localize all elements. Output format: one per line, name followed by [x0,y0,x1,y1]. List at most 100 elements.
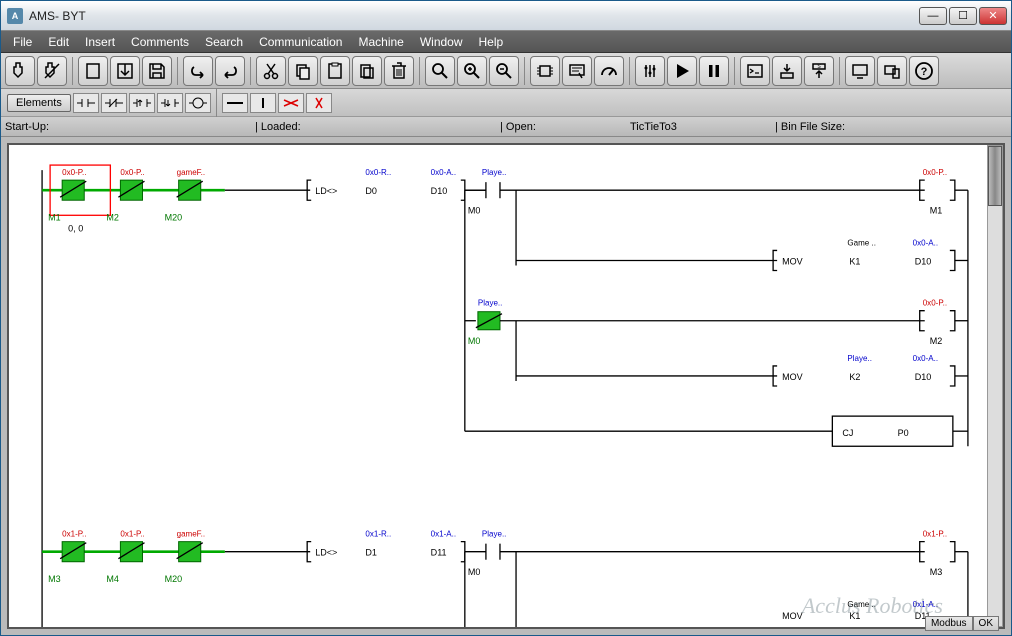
undo-icon[interactable] [183,56,213,86]
svg-text:gameF..: gameF.. [177,530,206,539]
el-rising-icon[interactable] [129,93,155,113]
save-icon[interactable] [142,56,172,86]
menu-file[interactable]: File [7,33,38,51]
monitor-icon[interactable] [845,56,875,86]
el-del-h-icon[interactable] [278,93,304,113]
app-window: A AMS- BYT — ☐ ✕ File Edit Insert Commen… [0,0,1012,636]
svg-text:M1: M1 [930,205,943,215]
upload-icon[interactable]: S [804,56,834,86]
usb-off-icon[interactable] [37,56,67,86]
delete-icon[interactable] [384,56,414,86]
svg-text:M0: M0 [468,205,481,215]
el-falling-icon[interactable] [157,93,183,113]
menu-communication[interactable]: Communication [253,33,348,51]
chip-icon[interactable] [530,56,560,86]
svg-text:0x1-R..: 0x1-R.. [365,530,391,539]
menubar: File Edit Insert Comments Search Communi… [1,31,1011,53]
el-coil-icon[interactable] [185,93,211,113]
zoom-in-icon[interactable] [457,56,487,86]
svg-text:M3: M3 [48,574,61,584]
svg-text:D0: D0 [365,186,377,196]
titlebar[interactable]: A AMS- BYT — ☐ ✕ [1,1,1011,31]
toolbar-separator [250,57,251,85]
el-del-v-icon[interactable] [306,93,332,113]
menu-window[interactable]: Window [414,33,469,51]
watermark: Acclus Robotics [802,593,943,619]
svg-text:0x0-R..: 0x0-R.. [365,168,391,177]
status-startup: Start-Up: [1,121,251,133]
svg-text:0x0-P..: 0x0-P.. [62,168,86,177]
maximize-button[interactable]: ☐ [949,7,977,25]
svg-text:?: ? [921,66,928,78]
window-controls: — ☐ ✕ [919,7,1007,25]
svg-text:CJ: CJ [842,428,853,438]
el-vline-icon[interactable] [250,93,276,113]
close-button[interactable]: ✕ [979,7,1007,25]
cut-icon[interactable] [256,56,286,86]
svg-text:MOV: MOV [782,256,803,266]
elements-button[interactable]: Elements [7,94,71,112]
duplicate-icon[interactable] [352,56,382,86]
svg-text:K2: K2 [849,372,860,382]
menu-comments[interactable]: Comments [125,33,195,51]
status-loaded: | Loaded: [251,121,496,133]
status-open: | Open: [496,121,626,133]
stamp-icon[interactable] [562,56,592,86]
zoom-out-icon[interactable] [489,56,519,86]
redo-icon[interactable] [215,56,245,86]
paste-icon[interactable] [320,56,350,86]
scrollbar-thumb[interactable] [988,146,1002,206]
pause-icon[interactable] [699,56,729,86]
ladder-canvas[interactable]: 0x0-P.. M1 0, 0 0x0-P.. M2 gameF.. M20 L… [7,143,1005,629]
svg-text:0x0-P..: 0x0-P.. [120,168,144,177]
menu-help[interactable]: Help [473,33,510,51]
window-title: AMS- BYT [29,9,919,23]
help-icon[interactable]: ? [909,56,939,86]
svg-text:D10: D10 [431,186,448,196]
canvas-area: 0x0-P.. M1 0, 0 0x0-P.. M2 gameF.. M20 L… [1,137,1011,635]
el-hline-icon[interactable] [222,93,248,113]
download-icon[interactable] [772,56,802,86]
toolbar-separator [629,57,630,85]
footer-ok: OK [973,616,999,631]
svg-text:0x0-A..: 0x0-A.. [913,354,938,363]
el-nc-contact-icon[interactable] [101,93,127,113]
svg-text:D10: D10 [915,372,932,382]
menu-machine[interactable]: Machine [352,33,409,51]
vertical-scrollbar[interactable] [987,145,1003,627]
toolbar-separator [216,89,217,117]
svg-text:MOV: MOV [782,372,803,382]
main-toolbar: S ? [1,53,1011,89]
open-icon[interactable] [110,56,140,86]
sliders-icon[interactable] [635,56,665,86]
teach-icon[interactable] [877,56,907,86]
gauge-icon[interactable] [594,56,624,86]
svg-text:M2: M2 [106,212,119,222]
usb-icon[interactable] [5,56,35,86]
svg-text:LD<>: LD<> [315,186,337,196]
toolbar-separator [734,57,735,85]
svg-text:D10: D10 [915,256,932,266]
menu-search[interactable]: Search [199,33,249,51]
play-icon[interactable] [667,56,697,86]
menu-insert[interactable]: Insert [79,33,121,51]
svg-text:Game ..: Game .. [847,238,876,247]
el-no-contact-icon[interactable] [73,93,99,113]
menu-edit[interactable]: Edit [42,33,75,51]
copy-icon[interactable] [288,56,318,86]
svg-text:0x0-A..: 0x0-A.. [913,238,938,247]
new-icon[interactable] [78,56,108,86]
rung-0[interactable]: 0x0-P.. M1 0, 0 0x0-P.. M2 gameF.. M20 L… [42,165,968,446]
svg-text:M20: M20 [165,574,183,584]
svg-text:M3: M3 [930,567,943,577]
svg-text:M2: M2 [930,336,943,346]
footer-status: Modbus OK [925,616,999,631]
svg-text:M1: M1 [48,212,61,222]
zoom-icon[interactable] [425,56,455,86]
svg-text:0x0-A..: 0x0-A.. [431,168,456,177]
minimize-button[interactable]: — [919,7,947,25]
svg-text:K1: K1 [849,256,860,266]
toolbar-separator [419,57,420,85]
svg-text:0x0-P..: 0x0-P.. [923,299,947,308]
cmd-icon[interactable] [740,56,770,86]
